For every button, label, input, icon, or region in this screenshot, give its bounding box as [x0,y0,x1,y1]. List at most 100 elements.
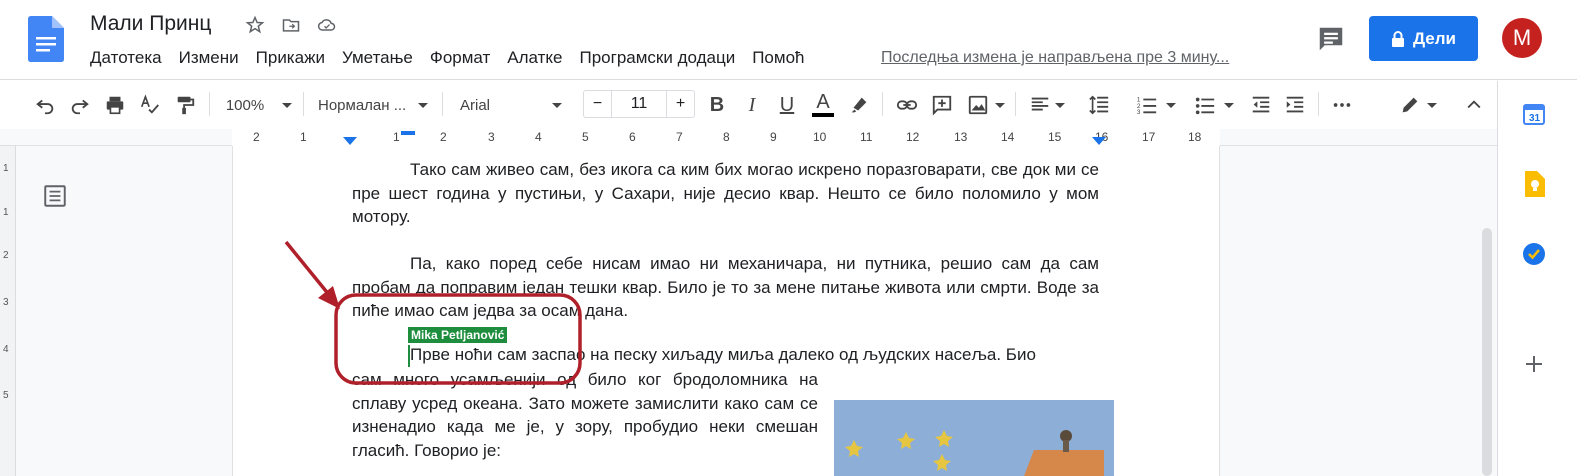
font-size-control: − 11 + [583,90,695,118]
paragraph-3[interactable]: Прве ноћи сам заспао на песку хиљаду миљ… [352,343,1099,367]
vruler-tick: 4 [3,344,9,355]
font-value: Arial [460,96,491,114]
inline-illustration[interactable] [834,400,1114,476]
toolbar-divider [1015,92,1016,116]
add-comment-icon[interactable] [929,81,955,129]
menu-format[interactable]: Формат [430,48,490,68]
increase-indent-icon[interactable] [1282,81,1308,129]
left-indent-marker-icon[interactable] [343,137,357,146]
vertical-scrollbar[interactable] [1482,228,1492,476]
redo-icon[interactable] [67,81,93,129]
line-spacing-icon[interactable] [1084,81,1114,129]
ruler-tick: 1 [393,130,400,144]
ruler-tick: 10 [813,130,827,144]
menu-file[interactable]: Датотека [90,48,162,68]
menu-edit[interactable]: Измени [179,48,239,68]
decrease-font-size-button[interactable]: − [584,91,612,117]
zoom-select[interactable]: 100% [224,81,294,129]
document-outline-icon[interactable] [42,183,68,209]
vruler-tick: 2 [3,250,9,261]
underline-icon[interactable]: U [775,81,799,129]
vruler-tick: 1 [3,163,9,174]
first-line-indent-marker-icon[interactable] [401,131,415,136]
chevron-down-icon [1055,102,1065,108]
avatar[interactable]: M [1502,18,1542,58]
numbered-list-icon[interactable]: 123 [1132,81,1180,129]
docs-logo-icon[interactable] [28,16,64,62]
right-indent-marker-icon[interactable] [1092,137,1106,146]
vruler-tick: 1 [3,207,9,218]
toolbar-divider [882,92,883,116]
font-size-input[interactable]: 11 [612,91,666,117]
ruler-tick: 12 [906,130,920,144]
chevron-down-icon [418,102,429,108]
paint-format-icon[interactable] [172,81,198,129]
vertical-ruler [0,146,16,476]
text-color-icon[interactable]: A [810,81,836,129]
bold-icon[interactable]: B [705,81,729,129]
print-icon[interactable] [102,81,128,129]
editing-mode-icon[interactable] [1395,81,1441,129]
decrease-indent-icon[interactable] [1248,81,1274,129]
star-icon[interactable] [244,14,266,36]
vruler-tick: 3 [3,297,9,308]
chevron-down-icon [1166,102,1176,108]
chevron-down-icon [282,102,293,108]
font-select[interactable]: Arial [460,81,572,129]
keep-icon[interactable] [1520,170,1548,198]
align-left-icon[interactable] [1025,81,1069,129]
share-button[interactable]: Дели [1369,16,1478,61]
ruler-tick: 3 [488,130,495,144]
undo-icon[interactable] [32,81,58,129]
cloud-saved-icon[interactable] [316,14,338,36]
toolbar-divider [1318,92,1319,116]
menu-bar: Датотека Измени Прикажи Уметање Формат А… [90,48,821,68]
highlight-color-icon[interactable] [846,81,872,129]
share-label: Дели [1412,28,1457,48]
insert-link-icon[interactable] [894,81,920,129]
toolbar-divider [303,92,304,116]
svg-text:31: 31 [1529,113,1541,124]
calendar-icon[interactable]: 31 [1520,100,1548,128]
spellcheck-icon[interactable] [137,81,163,129]
ruler-tick: 2 [253,130,260,144]
ruler-tick: 17 [1142,130,1156,144]
ruler-tick: 2 [440,130,447,144]
ruler-tick: 14 [1001,130,1015,144]
insert-image-icon[interactable] [964,81,1008,129]
menu-help[interactable]: Помоћ [752,48,804,68]
menu-addons[interactable]: Програмски додаци [580,48,736,68]
menu-view[interactable]: Прикажи [256,48,325,68]
italic-icon[interactable]: I [740,81,764,129]
last-edit-link[interactable]: Последња измена је направљена пре 3 мину… [881,49,1229,67]
svg-text:3: 3 [1137,109,1141,116]
style-value: Нормалан ... [318,96,407,114]
chevron-up-icon[interactable] [1462,81,1486,129]
comment-history-icon[interactable] [1316,24,1346,54]
ruler-tick: 15 [1048,130,1062,144]
menu-tools[interactable]: Алатке [507,48,562,68]
bulleted-list-icon[interactable] [1190,81,1238,129]
add-addon-icon[interactable] [1520,350,1548,378]
tasks-icon[interactable] [1520,240,1548,268]
ruler-tick: 8 [723,130,730,144]
paragraph-4[interactable]: сам много усамљенији од било ког бродоло… [352,368,818,462]
vruler-tick: 5 [3,390,9,401]
paragraph-1[interactable]: Тако сам живео сам, без икога са ким бих… [352,158,1099,229]
menu-insert[interactable]: Уметање [342,48,413,68]
illustration-image [834,400,1114,476]
ruler-tick: 1 [300,130,307,144]
move-folder-icon[interactable] [280,14,302,36]
side-panel [1497,81,1577,476]
toolbar-divider [442,92,443,116]
increase-font-size-button[interactable]: + [666,91,694,117]
paragraph-2[interactable]: Па, како поред себе нисам имао ни механи… [352,252,1099,323]
chevron-down-icon [995,102,1005,108]
ruler-tick: 13 [954,130,968,144]
document-title[interactable]: Мали Принц [90,12,211,36]
ruler-tick: 4 [535,130,542,144]
zoom-value: 100% [225,96,265,114]
paragraph-style-select[interactable]: Нормалан ... [318,81,430,129]
ruler-tick: 11 [860,130,873,144]
more-options-icon[interactable] [1329,81,1355,129]
